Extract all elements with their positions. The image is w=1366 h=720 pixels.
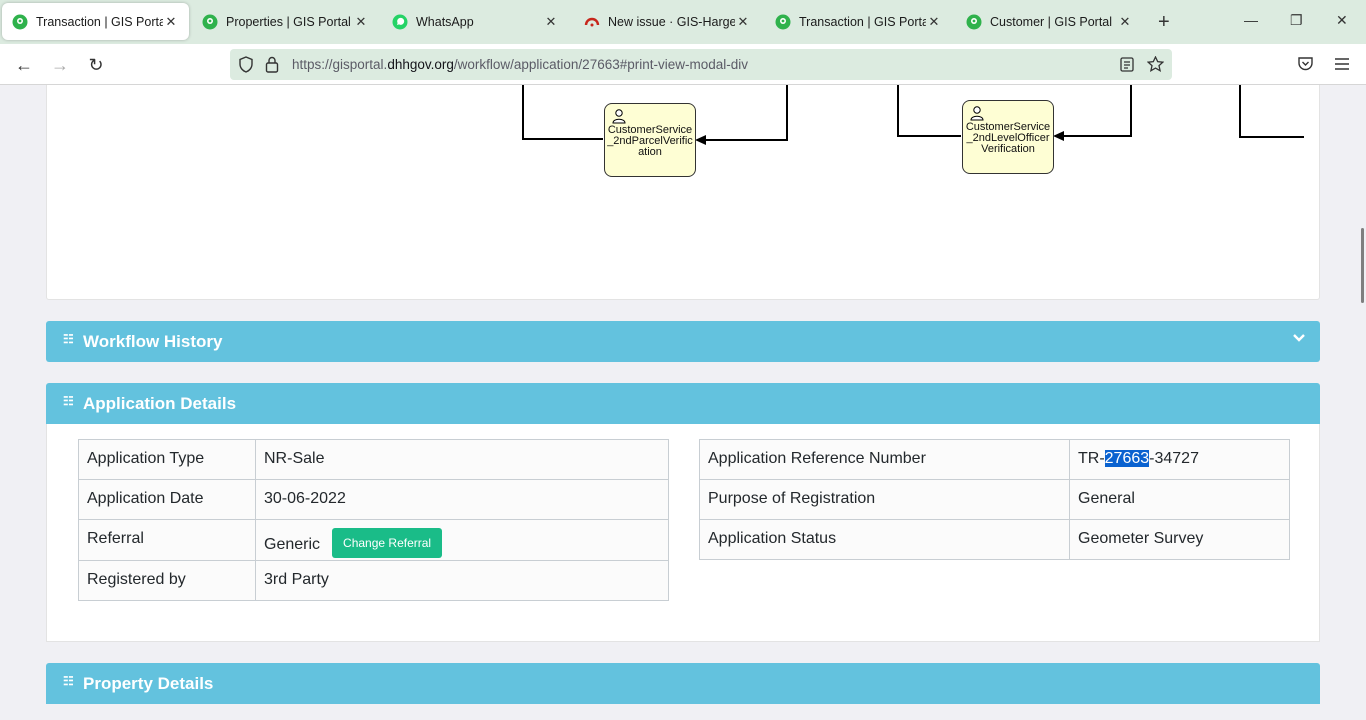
page-scrollbar[interactable] <box>1358 85 1366 720</box>
row-value: 3rd Party <box>255 560 669 601</box>
application-details-table-left: Application Type NR-Sale Application Dat… <box>78 439 669 601</box>
ref-prefix: TR- <box>1078 450 1105 467</box>
table-row: Application Type NR-Sale <box>78 439 669 480</box>
gitlab-icon <box>584 17 600 26</box>
url-bar[interactable]: https://gisportal.dhhgov.org/workflow/ap… <box>230 49 1172 80</box>
row-value-cell: TR-27663-34727 <box>1069 439 1290 480</box>
application-details-body: Application Type NR-Sale Application Dat… <box>46 424 1320 642</box>
tab-strip: Transaction | GIS Portal ✕ Properties | … <box>0 0 1366 44</box>
workflow-history-header[interactable]: ☷ Workflow History <box>46 321 1320 362</box>
scrollbar-thumb[interactable] <box>1361 228 1364 303</box>
application-details-header[interactable]: ☷ Application Details <box>46 383 1320 424</box>
back-icon[interactable]: ← <box>13 54 35 76</box>
panel-title: Workflow History <box>83 332 223 351</box>
close-icon[interactable]: ✕ <box>353 14 369 30</box>
workflow-node-label: CustomerService_2ndParcelVerification <box>607 124 693 158</box>
reader-view-icon[interactable] <box>1120 57 1134 72</box>
list-icon: ☷ <box>63 394 74 408</box>
table-row: Application Date 30-06-2022 <box>78 479 669 520</box>
table-row: Registered by 3rd Party <box>78 560 669 601</box>
tab-new-issue[interactable]: New issue · GIS-Hargesia ✕ <box>574 3 761 40</box>
tab-title: Transaction | GIS Portal <box>799 14 926 29</box>
row-label: Application Date <box>78 479 256 520</box>
forward-icon[interactable]: → <box>49 54 71 76</box>
row-label: Referral <box>78 519 256 561</box>
panel-title: Property Details <box>83 674 214 693</box>
bookmark-star-icon[interactable] <box>1147 56 1164 72</box>
row-label: Application Status <box>699 519 1070 560</box>
workflow-diagram-card: CustomerService_2ndParcelVerification Cu… <box>46 85 1320 300</box>
table-row: Application Reference Number TR-27663-34… <box>699 439 1290 480</box>
application-details-table-right: Application Reference Number TR-27663-34… <box>699 439 1290 560</box>
close-icon[interactable]: ✕ <box>543 14 559 30</box>
row-label: Registered by <box>78 560 256 601</box>
chevron-down-icon[interactable] <box>1292 331 1306 345</box>
menu-icon[interactable] <box>1334 57 1350 71</box>
table-row: Application Status Geometer Survey <box>699 519 1290 560</box>
gis-portal-icon <box>966 14 982 29</box>
nav-bar: ← → ↻ https://gisportal.dhhgov.org/workf… <box>0 44 1366 85</box>
row-value: NR-Sale <box>255 439 669 480</box>
row-label: Purpose of Registration <box>699 479 1070 520</box>
tab-properties[interactable]: Properties | GIS Portal ✕ <box>192 3 379 40</box>
list-icon: ☷ <box>63 674 74 688</box>
ref-highlighted[interactable]: 27663 <box>1104 450 1150 467</box>
gis-portal-icon <box>202 14 218 29</box>
ref-suffix: -34727 <box>1149 450 1199 467</box>
page-content: CustomerService_2ndParcelVerification Cu… <box>0 85 1366 720</box>
change-referral-button[interactable]: Change Referral <box>332 528 443 558</box>
row-value-cell: Generic Change Referral <box>255 519 669 561</box>
row-value: 30-06-2022 <box>255 479 669 520</box>
tab-whatsapp[interactable]: WhatsApp ✕ <box>382 3 569 40</box>
tab-title: Properties | GIS Portal <box>226 14 351 29</box>
row-value: Geometer Survey <box>1069 519 1290 560</box>
table-row: Purpose of Registration General <box>699 479 1290 520</box>
close-icon[interactable]: ✕ <box>735 14 751 30</box>
gis-portal-icon <box>775 14 791 29</box>
workflow-node-officer-verification[interactable]: CustomerService_2ndLevelOfficerVerificat… <box>962 100 1054 174</box>
tab-title: New issue · GIS-Hargesia <box>608 14 735 29</box>
property-details-header[interactable]: ☷ Property Details <box>46 663 1320 704</box>
user-task-icon <box>612 109 626 124</box>
minimize-icon[interactable]: — <box>1244 12 1258 28</box>
close-window-icon[interactable]: ✕ <box>1336 12 1348 29</box>
table-row: Referral Generic Change Referral <box>78 519 669 561</box>
close-icon[interactable]: ✕ <box>926 14 942 30</box>
url-text[interactable]: https://gisportal.dhhgov.org/workflow/ap… <box>292 57 748 72</box>
gis-portal-icon <box>12 14 28 29</box>
row-value: General <box>1069 479 1290 520</box>
user-task-icon <box>970 106 984 121</box>
pocket-icon[interactable] <box>1297 56 1314 72</box>
workflow-node-label: CustomerService_2ndLevelOfficerVerificat… <box>965 121 1051 155</box>
workflow-node-parcel-verification[interactable]: CustomerService_2ndParcelVerification <box>604 103 696 177</box>
tab-transaction[interactable]: Transaction | GIS Portal ✕ <box>765 3 952 40</box>
new-tab-button[interactable]: + <box>1158 12 1170 32</box>
whatsapp-icon <box>392 14 408 29</box>
url-path: /workflow/application/27663#print-view-m… <box>453 57 749 72</box>
lock-icon[interactable] <box>265 56 279 73</box>
panel-title: Application Details <box>83 394 237 413</box>
close-icon[interactable]: ✕ <box>1117 14 1133 30</box>
list-icon: ☷ <box>63 332 74 346</box>
tab-customer[interactable]: Customer | GIS Portal ✕ <box>956 3 1143 40</box>
shield-icon[interactable] <box>238 56 254 73</box>
tab-transaction-active[interactable]: Transaction | GIS Portal ✕ <box>2 3 189 40</box>
restore-icon[interactable]: ❐ <box>1290 12 1303 29</box>
tab-title: Transaction | GIS Portal <box>36 14 163 29</box>
url-prefix: https://gisportal. <box>292 57 388 72</box>
row-label: Application Type <box>78 439 256 480</box>
row-value: Generic <box>264 536 321 554</box>
tab-title: Customer | GIS Portal <box>990 14 1113 29</box>
reload-icon[interactable]: ↻ <box>85 54 107 76</box>
row-label: Application Reference Number <box>699 439 1070 480</box>
url-domain: dhhgov.org <box>387 57 454 72</box>
tab-title: WhatsApp <box>416 14 474 29</box>
close-icon[interactable]: ✕ <box>163 14 179 30</box>
